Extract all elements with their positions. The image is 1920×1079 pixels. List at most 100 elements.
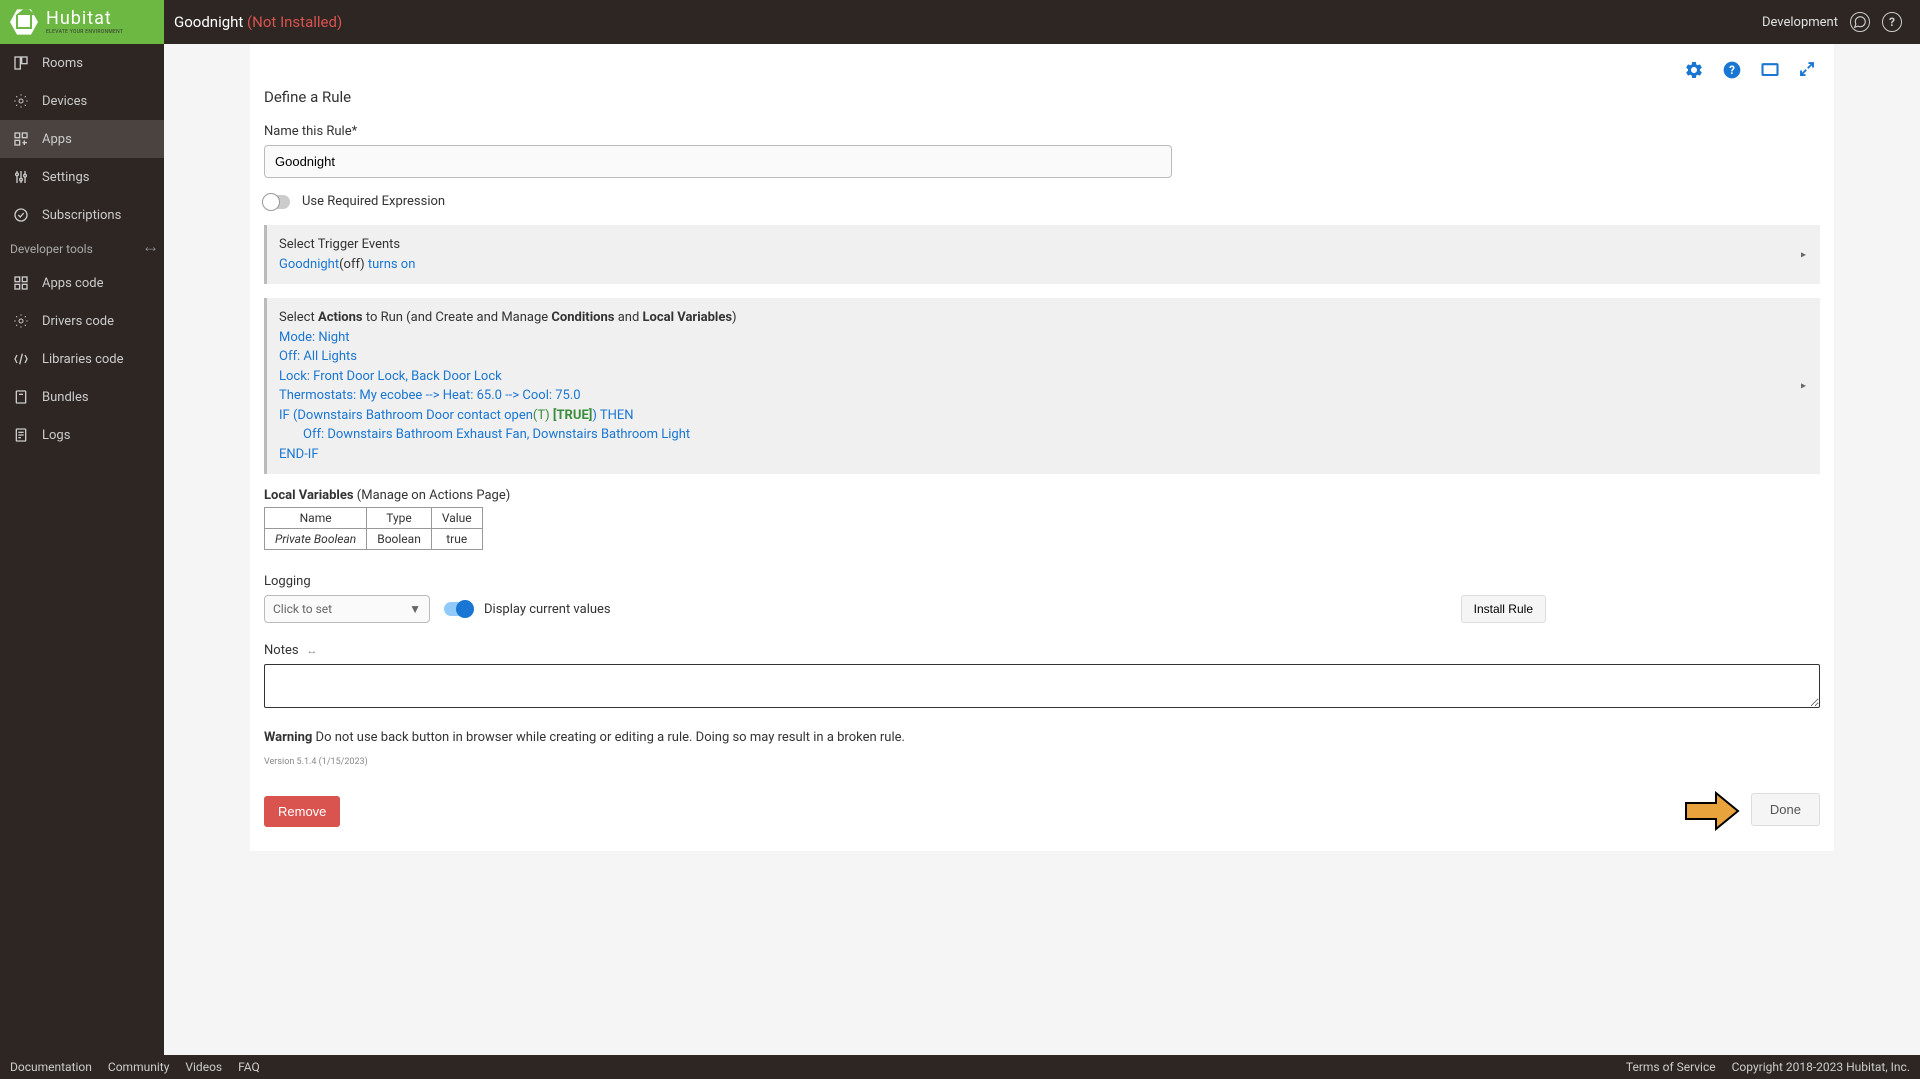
trigger-suffix: turns on: [365, 257, 416, 272]
top-header: Hubitat ELEVATE YOUR ENVIRONMENT Goodnig…: [0, 0, 1920, 44]
rule-name-input[interactable]: [264, 145, 1172, 178]
svg-text:?: ?: [1729, 63, 1735, 77]
main-content: ? Define a Rule Name this Rule* Use Requ…: [164, 44, 1920, 891]
development-link[interactable]: Development: [1762, 15, 1838, 30]
settings-icon: [12, 168, 30, 186]
help-icon[interactable]: ?: [1722, 60, 1742, 80]
sidebar-item-apps-code[interactable]: Apps code: [0, 264, 164, 302]
triggers-panel[interactable]: Select Trigger Events Goodnight(off) tur…: [264, 225, 1820, 284]
sidebar-item-label: Settings: [42, 170, 89, 185]
action-line-off: Off: All Lights: [279, 347, 1808, 367]
required-expression-toggle[interactable]: [264, 195, 290, 209]
table-header: Type: [367, 508, 432, 529]
sidebar-item-bundles[interactable]: Bundles: [0, 378, 164, 416]
display-values-label: Display current values: [484, 602, 611, 617]
action-line-thermostats: Thermostats: My ecobee --> Heat: 65.0 --…: [279, 386, 1808, 406]
actions-title: Select Actions to Run (and Create and Ma…: [279, 308, 1808, 328]
local-vars-table: Name Type Value Private Boolean Boolean …: [264, 507, 483, 550]
logging-row: Click to set ▼ Display current values In…: [264, 595, 1820, 623]
sidebar-item-label: Drivers code: [42, 314, 114, 329]
devices-icon: [12, 92, 30, 110]
display-values-toggle[interactable]: [444, 602, 470, 616]
button-row: Remove Done: [264, 791, 1820, 831]
chat-icon[interactable]: [1850, 12, 1870, 32]
done-button[interactable]: Done: [1751, 793, 1820, 826]
footer-link-tos[interactable]: Terms of Service: [1626, 1060, 1716, 1074]
apps-icon: [12, 130, 30, 148]
logo-icon: [10, 8, 38, 36]
actions-panel[interactable]: Select Actions to Run (and Create and Ma…: [264, 298, 1820, 474]
logging-section: Logging Click to set ▼ Display current v…: [264, 574, 1820, 623]
footer-link-community[interactable]: Community: [108, 1060, 169, 1074]
trigger-event-line: Goodnight(off) turns on: [279, 255, 1808, 275]
sidebar-item-label: Apps code: [42, 276, 103, 291]
sidebar-item-logs[interactable]: Logs: [0, 416, 164, 454]
developer-tools-section[interactable]: Developer tools ⤢: [0, 234, 164, 264]
logging-dropdown[interactable]: Click to set ▼: [264, 595, 430, 623]
name-label: Name this Rule*: [264, 124, 1820, 139]
warning-text: Warning Do not use back button in browse…: [264, 730, 1820, 745]
header-right: Development ?: [1762, 12, 1920, 32]
trigger-state: (off): [339, 257, 365, 272]
sidebar-item-rooms[interactable]: Rooms: [0, 44, 164, 82]
table-header-row: Name Type Value: [265, 508, 483, 529]
device-icon[interactable]: [1760, 60, 1780, 80]
table-cell: Boolean: [367, 529, 432, 550]
install-rule-button[interactable]: Install Rule: [1461, 595, 1546, 623]
help-icon[interactable]: ?: [1882, 12, 1902, 32]
libraries-code-icon: [12, 350, 30, 368]
subscriptions-icon: [12, 206, 30, 224]
apps-code-icon: [12, 274, 30, 292]
logo-main: Hubitat: [46, 10, 123, 28]
table-cell: true: [431, 529, 482, 550]
footer-link-faq[interactable]: FAQ: [238, 1060, 260, 1074]
footer-copyright: Copyright 2018-2023 Hubitat, Inc.: [1732, 1060, 1910, 1074]
sidebar-item-label: Rooms: [42, 56, 83, 71]
sidebar-item-devices[interactable]: Devices: [0, 82, 164, 120]
sidebar-item-label: Apps: [42, 132, 72, 147]
done-group: Done: [1684, 791, 1820, 831]
sidebar-item-label: Devices: [42, 94, 87, 109]
title-text: Goodnight: [174, 13, 243, 31]
sidebar-item-label: Bundles: [42, 390, 89, 405]
required-expression-label: Use Required Expression: [302, 194, 445, 209]
footer: Documentation Community Videos FAQ Terms…: [0, 1055, 1920, 1079]
section-label: Developer tools: [10, 242, 93, 256]
notes-label: Notes: [264, 643, 299, 658]
collapse-icon: ⤢: [143, 242, 156, 255]
logo-sub: ELEVATE YOUR ENVIRONMENT: [46, 30, 123, 35]
page-title: Goodnight (Not Installed): [174, 13, 342, 31]
sidebar-item-drivers-code[interactable]: Drivers code: [0, 302, 164, 340]
action-line-lock: Lock: Front Door Lock, Back Door Lock: [279, 367, 1808, 387]
notes-label-row: Notes ↔: [264, 643, 1820, 658]
logs-icon: [12, 426, 30, 444]
gear-icon[interactable]: [1684, 60, 1704, 80]
sidebar-item-subscriptions[interactable]: Subscriptions: [0, 196, 164, 234]
logo-area[interactable]: Hubitat ELEVATE YOUR ENVIRONMENT: [0, 0, 164, 44]
install-status: (Not Installed): [247, 13, 342, 31]
required-expression-row: Use Required Expression: [264, 194, 1820, 209]
footer-link-documentation[interactable]: Documentation: [10, 1060, 92, 1074]
action-line-indented: Off: Downstairs Bathroom Exhaust Fan, Do…: [279, 425, 1808, 445]
remove-button[interactable]: Remove: [264, 796, 340, 827]
sidebar: Rooms Devices Apps Settings Subscription…: [0, 44, 164, 1055]
trigger-prefix: Goodnight: [279, 257, 339, 272]
notes-textarea[interactable]: [264, 664, 1820, 708]
logo-text: Hubitat ELEVATE YOUR ENVIRONMENT: [46, 10, 123, 35]
footer-link-videos[interactable]: Videos: [185, 1060, 222, 1074]
dropdown-placeholder: Click to set: [273, 602, 332, 616]
sidebar-item-label: Logs: [42, 428, 70, 443]
action-line-if: IF (Downstairs Bathroom Door contact ope…: [279, 406, 1808, 426]
sidebar-item-settings[interactable]: Settings: [0, 158, 164, 196]
bundles-icon: [12, 388, 30, 406]
rooms-icon: [12, 54, 30, 72]
sidebar-item-apps[interactable]: Apps: [0, 120, 164, 158]
table-row: Private Boolean Boolean true: [265, 529, 483, 550]
action-line-endif: END-IF: [279, 445, 1808, 465]
arrow-annotation-icon: [1684, 791, 1740, 831]
sidebar-item-libraries-code[interactable]: Libraries code: [0, 340, 164, 378]
expand-icon[interactable]: [1798, 60, 1818, 80]
chevron-right-icon: ▸: [1801, 381, 1806, 392]
sidebar-item-label: Subscriptions: [42, 208, 121, 223]
footer-right: Terms of Service Copyright 2018-2023 Hub…: [1626, 1060, 1910, 1074]
